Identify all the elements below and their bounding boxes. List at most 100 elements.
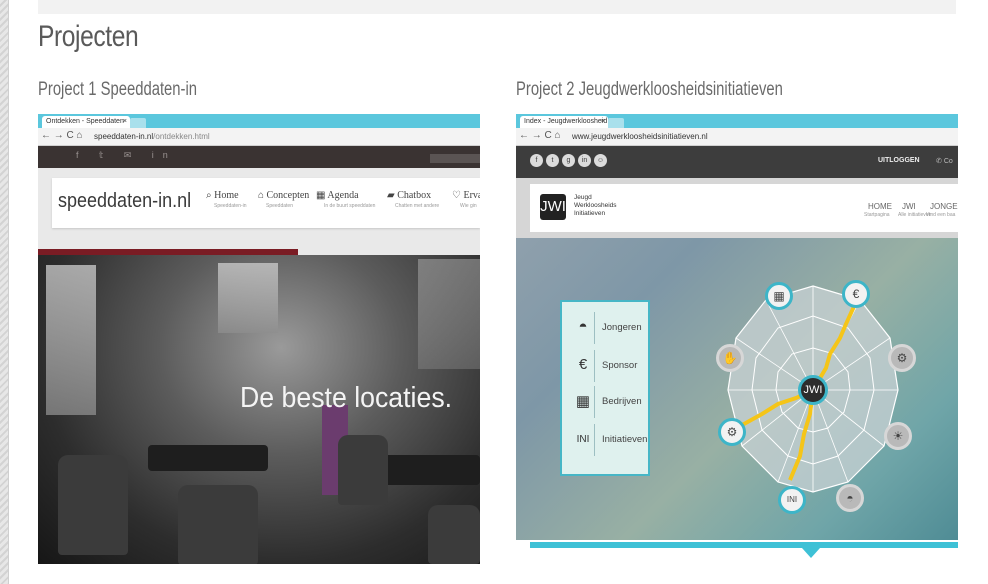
- new-tab-icon: [130, 118, 146, 128]
- window-light: [46, 265, 96, 415]
- chair: [58, 455, 128, 555]
- project-1-title[interactable]: Project 1 Speeddaten-in: [38, 79, 197, 101]
- legend-item-jongeren: ◓ Jongeren: [562, 312, 648, 344]
- web-center-logo: JWI: [798, 375, 828, 405]
- legend-panel: ◓ Jongeren € Sponsor ▦ Bedrijven INI Ini…: [560, 300, 650, 476]
- site-logo: speeddaten-in.nl: [58, 190, 192, 212]
- site-nav-label: Concepten: [266, 190, 310, 201]
- left-border: [8, 0, 9, 584]
- site-logo-text: Jeugd Werkloosheids Initiatieven: [574, 194, 617, 218]
- search-icon: ⌕: [206, 190, 212, 201]
- site-nav-label: JONGERE: [930, 202, 958, 211]
- building-icon: ▦: [575, 393, 591, 410]
- legend-item-sponsor: € Sponsor: [562, 350, 648, 382]
- site-nav-jongeren: JONGERE Vind een baa: [926, 202, 958, 218]
- browser-tab: Ontdekken - Speeddaten ×: [42, 116, 130, 128]
- project-2-screenshot[interactable]: Index - Jeugdwerkloosheid × ← → C ⌂ www.…: [516, 114, 958, 564]
- linkedin-icon: in: [578, 154, 591, 167]
- site-nav-sub: Wie gin: [460, 203, 477, 209]
- site-nav-jwi: JWI Alle initiatieven: [898, 202, 931, 218]
- graduation-cap-icon: ◓: [836, 484, 864, 512]
- table: [148, 445, 268, 471]
- site-nav-sub: Speeddaten-in: [214, 203, 247, 209]
- url-domain: www.jeugdwerkloosheidsinitiatieven.nl: [572, 132, 708, 141]
- contact-label: Co: [943, 158, 953, 165]
- site-nav-label: JWI: [902, 202, 916, 211]
- heart-icon: ♡: [452, 190, 461, 201]
- chair: [338, 435, 388, 505]
- logo-line: Werkloosheids: [574, 202, 617, 209]
- social-bar: f t g in ☺ UITLOGGEN ✆ Co: [516, 146, 958, 178]
- ini-text-icon: INI: [576, 434, 590, 445]
- url-path: /ontdekken.html: [153, 132, 210, 141]
- site-nav-sub: Chatten met andere: [395, 203, 440, 209]
- browser-address-bar: ← → C ⌂ speeddaten-in.nl/ontdekken.html: [38, 128, 480, 146]
- cyan-band: [530, 542, 958, 548]
- web-section: ◓ Jongeren € Sponsor ▦ Bedrijven INI Ini…: [516, 238, 958, 540]
- spider-web-diagram: ▦ € ✋ ⚙ JWI ⚙ ☀ INI ◓: [708, 258, 918, 514]
- browser-url: speeddaten-in.nl/ontdekken.html: [94, 130, 210, 143]
- site-nav-concepten: ⌂ Concepten Speeddaten: [258, 190, 310, 209]
- browser-nav-icons: ← → C ⌂: [519, 130, 561, 141]
- legend-label: Initiatieven: [602, 434, 648, 445]
- building-icon: ▦: [765, 282, 793, 310]
- tab-close-icon: ×: [122, 118, 127, 125]
- browser-tab-title: Ontdekken - Speeddaten: [46, 118, 124, 125]
- social-icons: f 𝕥 ✉ in: [76, 150, 177, 160]
- site-nav-sub: In de buurt speeddaten: [324, 203, 376, 209]
- facebook-icon: f: [530, 154, 543, 167]
- site-nav-sub: Speeddaten: [266, 203, 293, 209]
- site-search-box: [430, 154, 480, 163]
- legend-divider: [594, 312, 595, 344]
- site-nav-label: Chatbox: [397, 190, 432, 201]
- top-strip: [38, 0, 956, 14]
- left-rail: [0, 0, 8, 584]
- euro-hand-icon: €: [578, 356, 588, 373]
- graduation-cap-icon: ◓: [578, 318, 588, 335]
- site-nav-label: Home: [214, 190, 239, 201]
- new-tab-icon: [608, 118, 624, 128]
- site-nav-label: HOME: [868, 202, 892, 211]
- web-node-ini: INI: [778, 486, 806, 514]
- logo-line: Jeugd: [574, 194, 592, 201]
- handshake-icon: ✋: [716, 344, 744, 372]
- calendar-icon: ▦: [316, 190, 326, 201]
- site-header: JWI Jeugd Werkloosheids Initiatieven HOM…: [516, 178, 958, 238]
- site-nav-agenda: ▦ Agenda In de buurt speeddaten: [316, 190, 375, 209]
- browser-tabbar: Ontdekken - Speeddaten ×: [38, 114, 480, 128]
- chair: [178, 485, 258, 564]
- site-nav-label: Ervar: [463, 190, 480, 201]
- legend-divider: [594, 350, 595, 382]
- window-light: [418, 259, 480, 369]
- legend-item-initiatieven: INI Initiatieven: [562, 424, 648, 456]
- page-title: Projecten: [38, 20, 139, 53]
- browser-tab: Index - Jeugdwerkloosheid ×: [520, 116, 608, 128]
- gear-icon: ⚙: [888, 344, 916, 372]
- googleplus-icon: g: [562, 154, 575, 167]
- twitter-icon: t: [546, 154, 559, 167]
- browser-tabbar: Index - Jeugdwerkloosheid ×: [516, 114, 958, 128]
- site-nav-label: Agenda: [327, 190, 359, 201]
- contact-link: ✆ Co: [936, 157, 953, 165]
- project-2-title[interactable]: Project 2 Jeugdwerkloosheidsinitiatieven: [516, 79, 783, 101]
- lightbulb-icon: ☀: [884, 422, 912, 450]
- legend-label: Bedrijven: [602, 396, 642, 407]
- section-divider: [516, 540, 958, 564]
- chair: [428, 505, 480, 564]
- site-nav-home: ⌕ Home Speeddaten-in: [206, 190, 247, 209]
- legend-divider: [594, 424, 595, 456]
- home-icon: ⌂: [258, 190, 265, 201]
- project-1-screenshot[interactable]: Ontdekken - Speeddaten × ← → C ⌂ speedda…: [38, 114, 480, 564]
- url-domain: speeddaten-in.nl: [94, 132, 154, 141]
- window-light: [218, 263, 278, 333]
- legend-item-bedrijven: ▦ Bedrijven: [562, 386, 648, 418]
- legend-label: Jongeren: [602, 322, 642, 333]
- site-nav-sub: Vind een baa: [926, 212, 956, 218]
- legend-divider: [594, 386, 595, 418]
- logo-line: Initiatieven: [574, 210, 606, 217]
- browser-address-bar: ← → C ⌂ www.jeugdwerkloosheidsinitiatiev…: [516, 128, 958, 146]
- site-nav-home: HOME Startpagina: [864, 202, 892, 218]
- site-nav-sub: Startpagina: [864, 212, 890, 218]
- chat-icon: ▰: [387, 190, 395, 201]
- site-logo-mark: JWI: [540, 194, 566, 220]
